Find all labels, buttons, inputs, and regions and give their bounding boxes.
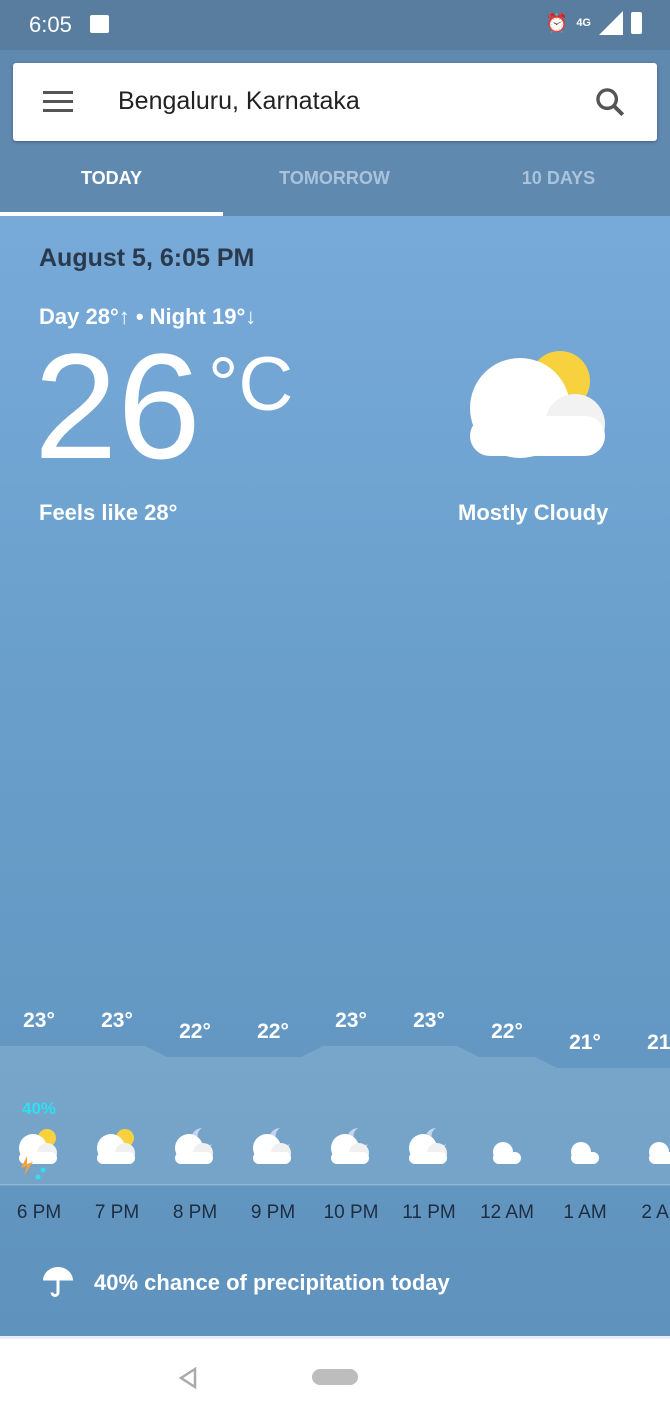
hourly-temp: 23° — [335, 1009, 367, 1032]
cloudy-night-icon — [253, 1128, 291, 1164]
hourly-item[interactable]: 22° 9 PM — [234, 996, 312, 1236]
cloudy-night-icon — [409, 1128, 447, 1164]
partly-cloudy-day-icon — [97, 1129, 135, 1164]
hourly-item[interactable]: 23° 10 PM — [312, 996, 390, 1236]
hourly-item[interactable]: 23° 7 PM — [78, 996, 156, 1236]
current-temperature: 26 — [34, 322, 201, 490]
menu-icon[interactable] — [43, 91, 73, 113]
hourly-time: 2 AM — [641, 1202, 670, 1223]
app-header: Bengaluru, Karnataka TODAY TOMORROW 10 D… — [0, 50, 670, 216]
hourly-time: 11 PM — [402, 1202, 456, 1223]
back-icon[interactable] — [178, 1367, 198, 1389]
hourly-time: 9 PM — [250, 1202, 296, 1223]
hourly-temp: 21° — [647, 1031, 670, 1054]
hourly-time: 10 PM — [323, 1202, 379, 1223]
hourly-temp: 22° — [491, 1020, 523, 1043]
status-bar: 6:05 ⏰ 4G — [0, 0, 670, 50]
hourly-temp: 23° — [23, 1009, 55, 1032]
hourly-item[interactable]: 22° 8 PM — [156, 996, 234, 1236]
hourly-temp: 22° — [257, 1020, 289, 1043]
hourly-forecast[interactable]: 23° 40% 6 PM 23° 7 PM 22° 8 PM 22° 9 PM 23° 10 PM 2… — [0, 996, 670, 1236]
partly-cloudy-night-icon — [571, 1126, 605, 1165]
cloudy-night-icon — [331, 1128, 369, 1164]
tab-10-days[interactable]: 10 DAYS — [447, 168, 670, 189]
alarm-icon: ⏰ — [545, 12, 569, 33]
hourly-time: 12 AM — [480, 1202, 534, 1223]
hourly-item[interactable]: 23° 11 PM — [390, 996, 468, 1236]
hourly-time: 7 PM — [94, 1202, 140, 1223]
hourly-item[interactable]: 22° 12 AM — [468, 996, 546, 1236]
hourly-temp: 22° — [179, 1020, 211, 1043]
battery-icon — [631, 12, 642, 34]
network-type: 4G — [576, 17, 591, 29]
search-bar[interactable]: Bengaluru, Karnataka — [13, 63, 657, 141]
current-date: August 5, 6:05 PM — [39, 244, 255, 272]
navigation-bar — [0, 1336, 670, 1414]
temperature-unit: °C — [208, 342, 294, 427]
hourly-item[interactable]: 23° 40% 6 PM — [0, 996, 78, 1236]
status-time: 6:05 — [29, 12, 72, 37]
hourly-temp: 21° — [569, 1031, 601, 1054]
partly-cloudy-night-icon — [493, 1126, 527, 1165]
search-icon[interactable] — [593, 85, 627, 119]
home-button[interactable] — [312, 1369, 358, 1385]
cloudy-night-icon — [175, 1128, 213, 1164]
hourly-item[interactable]: 21° 2 AM — [624, 996, 670, 1236]
hourly-time: 6 PM — [16, 1202, 62, 1223]
signal-icon — [599, 11, 623, 35]
precipitation-summary: 40% chance of precipitation today — [94, 1270, 450, 1295]
weather-main: August 5, 6:05 PM Day 28°↑ • Night 19°↓ … — [0, 216, 670, 1336]
tab-tomorrow[interactable]: TOMORROW — [223, 168, 446, 189]
divider — [0, 1184, 670, 1185]
hourly-temp: 23° — [413, 1009, 445, 1032]
umbrella-icon — [43, 1267, 73, 1297]
hourly-item[interactable]: 21° 1 AM — [546, 996, 624, 1236]
hourly-temp: 23° — [101, 1009, 133, 1032]
hourly-time: 8 PM — [172, 1202, 218, 1223]
thunderstorm-icon — [19, 1129, 57, 1180]
tab-today[interactable]: TODAY — [0, 168, 223, 189]
hourly-precip: 40% — [21, 1099, 57, 1118]
partly-cloudy-night-icon — [649, 1126, 670, 1164]
current-condition: Mostly Cloudy — [458, 500, 609, 525]
image-notification-icon — [90, 15, 109, 33]
mostly-cloudy-day-icon — [470, 351, 605, 458]
location-text[interactable]: Bengaluru, Karnataka — [118, 87, 360, 116]
hourly-time: 1 AM — [563, 1202, 607, 1223]
feels-like: Feels like 28° — [39, 500, 178, 525]
